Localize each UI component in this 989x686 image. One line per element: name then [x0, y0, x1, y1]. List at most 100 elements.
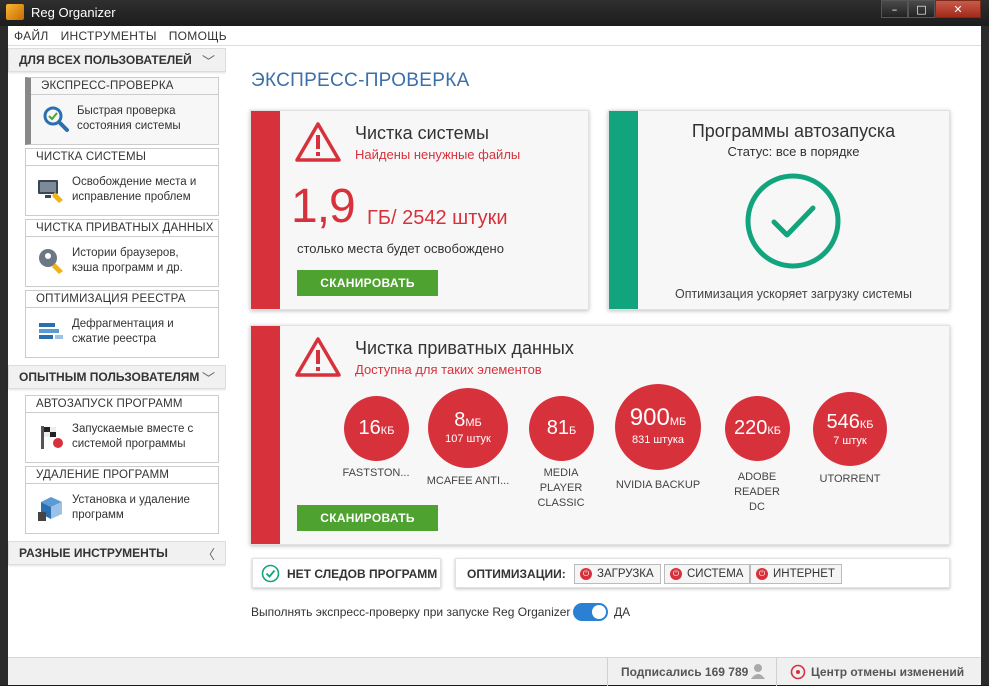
warning-icon — [295, 122, 341, 162]
page-title: ЭКСПРЕСС-ПРОВЕРКА — [251, 70, 470, 91]
autorun-panel: Программы автозапуска Статус: все в поря… — [608, 110, 950, 310]
optim-system-chip[interactable]: ⏻ СИСТЕМА — [664, 564, 751, 584]
menu-help[interactable]: ПОМОЩЬ — [163, 29, 233, 43]
private-item-label: FASTSTON... — [342, 467, 410, 479]
scan-system-button[interactable]: СКАНИРОВАТЬ — [297, 270, 438, 296]
private-item-circle[interactable]: 900МБ 831 штука — [615, 384, 701, 470]
panel-title: Чистка системы — [355, 123, 489, 143]
warning-icon — [295, 337, 341, 377]
freed-unit: ГБ — [367, 207, 391, 229]
sidebar-item-private-clean[interactable]: ЧИСТКА ПРИВАТНЫХ ДАННЫХ Истории браузеро… — [25, 219, 219, 287]
private-item-label: ADOBE READER DC — [734, 471, 780, 513]
client-area: ДЛЯ ВСЕХ ПОЛЬЗОВАТЕЛЕЙ ﹀ ЭКСПРЕСС-ПРОВЕР… — [8, 46, 981, 657]
optimizations-label: ОПТИМИЗАЦИИ: — [467, 567, 566, 581]
private-item-label: NVIDIA BACKUP — [615, 479, 701, 491]
no-traces-bar[interactable]: НЕТ СЛЕДОВ ПРОГРАММ — [252, 558, 441, 588]
sidebar-item-autorun[interactable]: АВТОЗАПУСК ПРОГРАММ Запускаемые вместе с… — [25, 395, 219, 463]
section-expert-users-label: ОПЫТНЫМ ПОЛЬЗОВАТЕЛЯМ — [19, 370, 200, 384]
private-item-circle[interactable]: 546КБ 7 штук — [813, 392, 887, 466]
chevron-left-icon: 〈 — [201, 547, 215, 562]
chevron-down-icon: ﹀ — [201, 371, 215, 386]
private-item-circle[interactable]: 220КБ — [725, 396, 790, 461]
panel-title: Чистка приватных данных — [355, 338, 574, 358]
sidebar-item-desc: Быстрая проверка состояния системы — [77, 105, 181, 132]
check-circle-icon — [261, 564, 280, 583]
sidebar-item-desc: Запускаемые вместе с системой программы — [72, 423, 194, 450]
section-all-users-label: ДЛЯ ВСЕХ ПОЛЬЗОВАТЕЛЕЙ — [19, 53, 192, 67]
minimize-button[interactable]: – — [881, 0, 908, 18]
autorun-status: Статус: все в порядке — [727, 144, 860, 159]
private-item-label: MEDIA PLAYER CLASSIC — [537, 467, 585, 509]
freed-amount: 1,9 — [291, 180, 356, 233]
sidebar-item-desc: Дефрагментация и сжатие реестра — [72, 318, 174, 345]
no-traces-label: НЕТ СЛЕДОВ ПРОГРАММ — [287, 567, 438, 581]
undo-center-icon — [790, 664, 806, 680]
sidebar-item-title: ЧИСТКА ПРИВАТНЫХ ДАННЫХ — [26, 220, 218, 237]
express-check-on-start-label: Выполнять экспресс-проверку при запуске … — [251, 605, 571, 619]
maximize-button[interactable]: □ — [908, 0, 935, 18]
express-check-toggle[interactable] — [573, 603, 608, 621]
sidebar-item-uninstall[interactable]: УДАЛЕНИЕ ПРОГРАММ Установка и удаление п… — [25, 466, 219, 534]
toggle-knob — [592, 605, 606, 619]
sidebar: ДЛЯ ВСЕХ ПОЛЬЗОВАТЕЛЕЙ ﹀ ЭКСПРЕСС-ПРОВЕР… — [8, 46, 226, 657]
title-bar: Reg Organizer – □ ✕ — [0, 0, 989, 26]
optimizations-bar: ОПТИМИЗАЦИИ: ⏻ ЗАГРУЗКА ⏻ СИСТЕМА ⏻ ИНТЕРНЕ… — [455, 558, 950, 588]
stop-icon: ⏻ — [756, 568, 768, 580]
menu-file[interactable]: ФАЙЛ — [8, 29, 55, 43]
scan-private-button[interactable]: СКАНИРОВАТЬ — [297, 505, 438, 531]
check-circle-icon — [745, 173, 841, 269]
panel-subtitle: Доступна для таких элементов — [355, 362, 542, 377]
section-all-users[interactable]: ДЛЯ ВСЕХ ПОЛЬЗОВАТЕЛЕЙ ﹀ — [8, 48, 226, 72]
sidebar-item-desc: Установка и удаление программ — [72, 494, 190, 521]
status-footer: Подписались 169 789 Центр отмены изменен… — [8, 657, 981, 686]
undo-center-link[interactable]: Центр отмены изменений — [811, 665, 964, 679]
sidebar-item-desc: Освобождение места и исправление проблем — [72, 176, 197, 203]
sidebar-item-title: ЭКСПРЕСС-ПРОВЕРКА — [31, 78, 218, 95]
sidebar-item-title: УДАЛЕНИЕ ПРОГРАММ — [26, 467, 218, 484]
sidebar-item-title: ЧИСТКА СИСТЕМЫ — [26, 149, 218, 166]
optim-internet-chip[interactable]: ⏻ ИНТЕРНЕТ — [750, 564, 842, 584]
freed-note: столько места будет освобождено — [297, 241, 504, 256]
app-window: Reg Organizer – □ ✕ ФАЙЛ ИНСТРУМЕНТЫ ПОМ… — [0, 0, 989, 686]
user-icon — [751, 663, 765, 679]
status-bar-red — [251, 111, 280, 309]
menu-bar: ФАЙЛ ИНСТРУМЕНТЫ ПОМОЩЬ — [8, 26, 981, 46]
toggle-state-label: ДА — [614, 605, 631, 619]
private-item-circle[interactable]: 8МБ 107 штук — [428, 388, 508, 468]
sidebar-item-system-clean[interactable]: ЧИСТКА СИСТЕМЫ Освобождение места и испр… — [25, 148, 219, 216]
private-item-label: MCAFEE ANTI... — [426, 475, 510, 487]
menu-tools[interactable]: ИНСТРУМЕНТЫ — [55, 29, 163, 43]
stop-icon: ⏻ — [580, 568, 592, 580]
file-count: / 2542 штуки — [391, 207, 508, 229]
sidebar-item-registry-optimization[interactable]: ОПТИМИЗАЦИЯ РЕЕСТРА Дефрагментация и сжа… — [25, 290, 219, 358]
private-item-circle[interactable]: 16КБ — [344, 396, 409, 461]
registry-blocks-icon — [39, 323, 63, 339]
section-misc-tools-label: РАЗНЫЕ ИНСТРУМЕНТЫ — [19, 546, 168, 560]
chevron-down-icon: ﹀ — [201, 54, 215, 69]
sidebar-item-desc: Истории браузеров, кэша программ и др. — [72, 247, 183, 274]
close-button[interactable]: ✕ — [935, 0, 981, 18]
window-title: Reg Organizer — [31, 5, 116, 20]
private-data-panel: Чистка приватных данных Доступна для так… — [250, 325, 950, 545]
privacy-broom-icon — [39, 249, 63, 274]
stop-icon: ⏻ — [670, 568, 682, 580]
status-bar-green — [609, 111, 638, 309]
magnifier-check-icon — [43, 106, 69, 132]
private-item-circle[interactable]: 81Б — [529, 396, 594, 461]
system-clean-panel: Чистка системы Найдены ненужные файлы 1,… — [250, 110, 589, 310]
private-item-label: UTORRENT — [819, 473, 881, 485]
sidebar-item-express-check[interactable]: ЭКСПРЕСС-ПРОВЕРКА Быстрая проверка состо… — [25, 77, 219, 145]
panel-title: Программы автозапуска — [691, 121, 896, 141]
sidebar-item-title: АВТОЗАПУСК ПРОГРАММ — [26, 396, 218, 413]
computer-broom-icon — [38, 180, 63, 203]
status-bar-red — [251, 326, 280, 544]
optim-boot-chip[interactable]: ⏻ ЗАГРУЗКА — [574, 564, 661, 584]
checkered-flag-icon — [41, 426, 63, 449]
section-misc-tools[interactable]: РАЗНЫЕ ИНСТРУМЕНТЫ 〈 — [8, 541, 226, 565]
sidebar-item-title: ОПТИМИЗАЦИЯ РЕЕСТРА — [26, 291, 218, 308]
main-content: ЭКСПРЕСС-ПРОВЕРКА Чистка системы Найдены… — [226, 46, 981, 657]
subscribers-count[interactable]: Подписались 169 789 — [621, 665, 748, 679]
panel-subtitle: Найдены ненужные файлы — [355, 147, 521, 162]
app-logo-icon — [6, 4, 24, 20]
section-expert-users[interactable]: ОПЫТНЫМ ПОЛЬЗОВАТЕЛЯМ ﹀ — [8, 365, 226, 389]
